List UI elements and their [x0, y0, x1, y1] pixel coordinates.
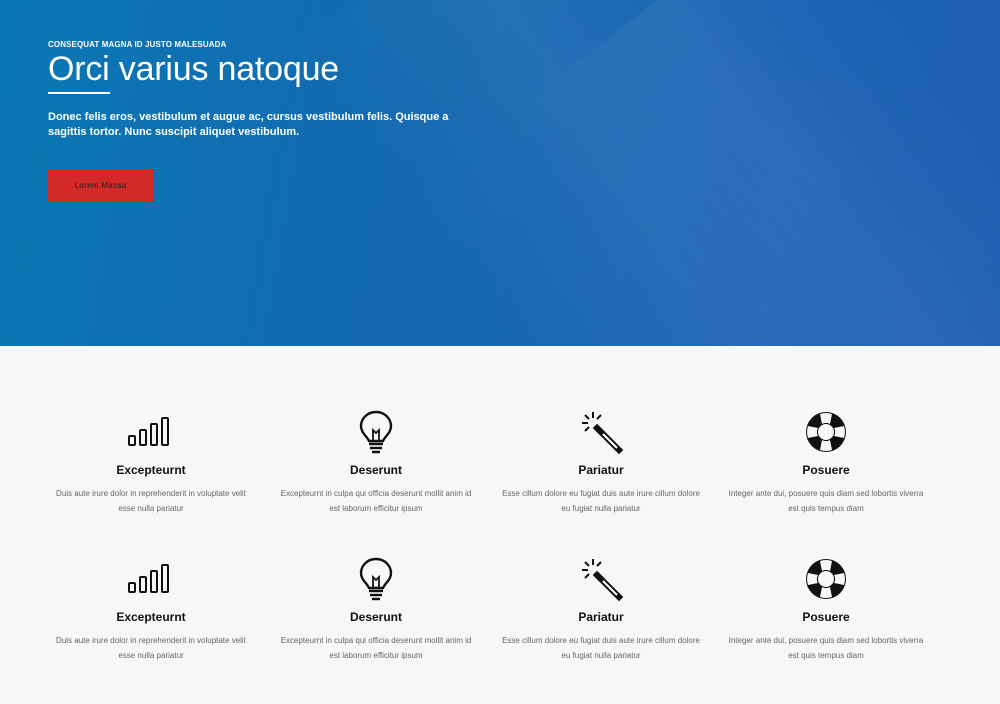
feature-item: Deserunt Excepteurnt in culpa qui offici… — [276, 410, 476, 516]
signal-bars-icon — [128, 417, 169, 446]
cta-button[interactable]: Lorem Massa — [48, 169, 153, 202]
feature-title: Excepteurnt — [116, 610, 186, 624]
signal-bars-icon — [128, 564, 169, 593]
feature-item: Pariatur Esse cillum dolore eu fugiat du… — [501, 557, 701, 663]
lifebuoy-icon — [806, 412, 846, 452]
feature-description: Duis aute irure dolor in reprehenderit i… — [56, 636, 246, 660]
title-underline — [48, 92, 110, 94]
hero-banner: CONSEQUAT MAGNA ID JUSTO MALESUADA Orci … — [0, 0, 1000, 346]
feature-title: Pariatur — [578, 463, 624, 477]
feature-item: Pariatur Esse cillum dolore eu fugiat du… — [501, 410, 701, 516]
feature-item: Posuere Integer ante dui, posuere quis d… — [726, 410, 926, 516]
hero-eyebrow: CONSEQUAT MAGNA ID JUSTO MALESUADA — [48, 40, 227, 49]
feature-description: Integer ante dui, posuere quis diam sed … — [728, 489, 924, 513]
feature-title: Deserunt — [349, 610, 402, 624]
magic-wand-icon — [582, 412, 624, 455]
feature-item: Excepteurnt Duis aute irure dolor in rep… — [51, 557, 251, 663]
feature-description: Esse cillum dolore eu fugiat duis aute i… — [502, 636, 700, 660]
feature-description: Esse cillum dolore eu fugiat duis aute i… — [502, 489, 700, 513]
lightbulb-icon — [359, 410, 393, 454]
feature-description: Integer ante dui, posuere quis diam sed … — [728, 636, 924, 660]
features-section: Excepteurnt Duis aute irure dolor in rep… — [0, 346, 1000, 704]
hero-content: CONSEQUAT MAGNA ID JUSTO MALESUADA Orci … — [48, 40, 478, 140]
feature-description: Duis aute irure dolor in reprehenderit i… — [56, 489, 246, 513]
feature-item: Posuere Integer ante dui, posuere quis d… — [726, 557, 926, 663]
feature-item: Deserunt Excepteurnt in culpa qui offici… — [276, 557, 476, 663]
feature-title: Deserunt — [349, 463, 402, 477]
feature-description: Excepteurnt in culpa qui officia deserun… — [280, 489, 472, 513]
lifebuoy-icon — [806, 559, 846, 599]
feature-title: Pariatur — [578, 610, 624, 624]
feature-title: Posuere — [802, 610, 850, 624]
lightbulb-icon — [359, 557, 393, 601]
feature-title: Excepteurnt — [116, 463, 186, 477]
magic-wand-icon — [582, 559, 624, 602]
feature-item: Excepteurnt Duis aute irure dolor in rep… — [51, 410, 251, 516]
hero-title: Orci varius natoque — [48, 50, 340, 88]
feature-description: Excepteurnt in culpa qui officia deserun… — [280, 636, 472, 660]
feature-title: Posuere — [802, 463, 850, 477]
hero-description: Donec felis eros, vestibulum et augue ac… — [48, 111, 449, 138]
